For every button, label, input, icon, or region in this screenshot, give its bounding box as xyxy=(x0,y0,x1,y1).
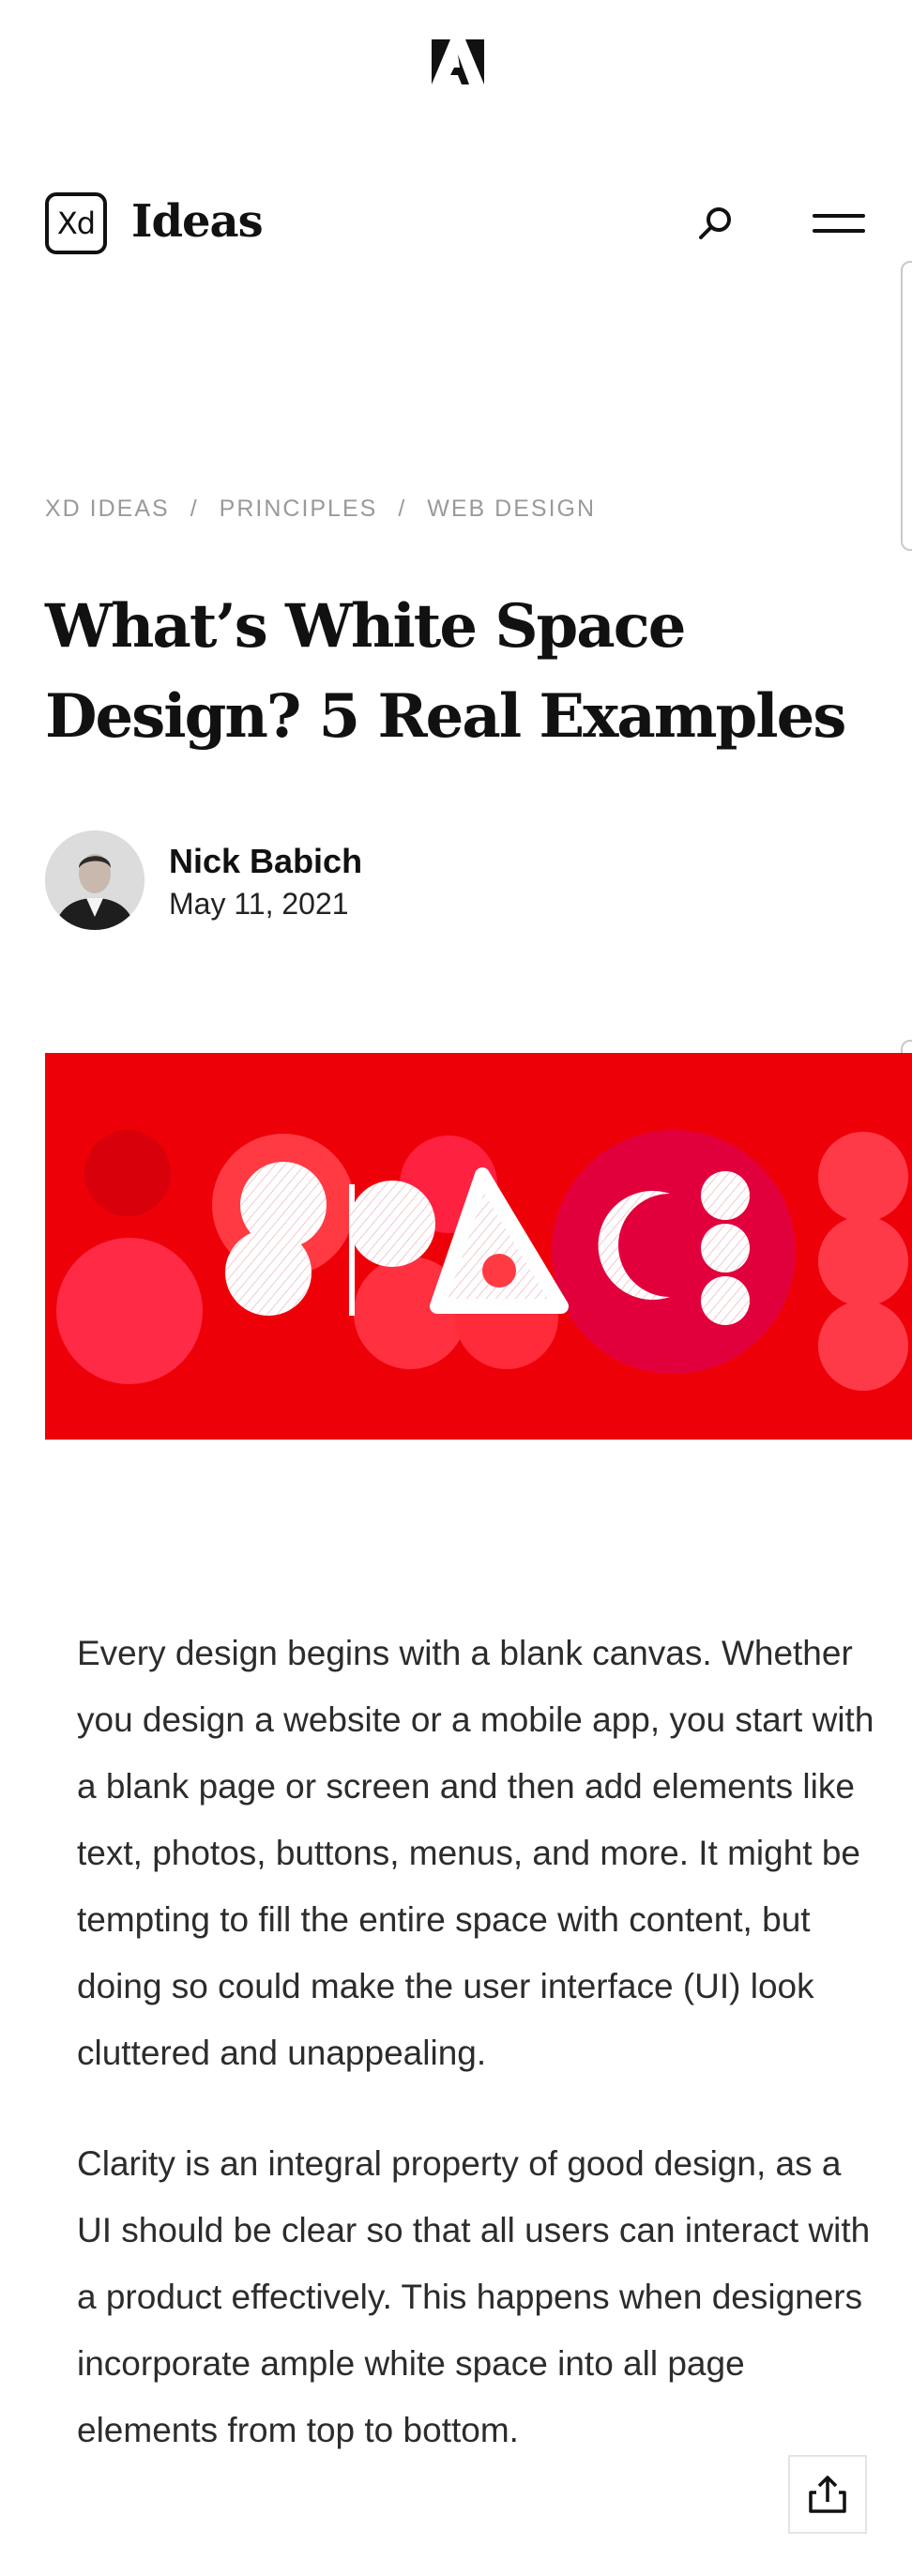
page-title: What’s White Space Design? 5 Real Exampl… xyxy=(45,591,846,752)
article-body: Every design begins with a blank canvas.… xyxy=(77,1620,874,2507)
menu-bar xyxy=(813,229,865,233)
side-panel-tab[interactable] xyxy=(901,261,912,551)
publish-date: May 11, 2021 xyxy=(169,887,349,921)
breadcrumb-item-xd-ideas[interactable]: XD IDEAS xyxy=(45,495,170,523)
breadcrumb-separator: / xyxy=(398,495,407,522)
space-illustration xyxy=(45,1053,912,1440)
search-icon xyxy=(699,207,731,239)
article-paragraph: Every design begins with a blank canvas.… xyxy=(77,1634,874,2072)
breadcrumb-separator: / xyxy=(190,495,199,522)
adobe-logo-icon[interactable] xyxy=(432,39,484,84)
xd-logo-badge[interactable]: Xd xyxy=(45,192,107,254)
hero-image xyxy=(45,1053,912,1440)
author-block: Nick Babich May 11, 2021 xyxy=(45,831,608,934)
menu-bar xyxy=(813,214,865,218)
brand-name[interactable]: Ideas xyxy=(131,191,264,252)
search-button[interactable] xyxy=(690,197,742,250)
avatar[interactable] xyxy=(45,831,144,930)
share-button[interactable] xyxy=(788,2455,867,2534)
author-name[interactable]: Nick Babich xyxy=(169,842,362,881)
article-paragraph: Clarity is an integral property of good … xyxy=(77,2144,871,2449)
breadcrumb-item-principles[interactable]: PRINCIPLES xyxy=(220,495,378,523)
breadcrumb-item-web-design[interactable]: WEB DESIGN xyxy=(427,495,596,523)
breadcrumb: XD IDEAS / PRINCIPLES / WEB DESIGN xyxy=(45,495,596,523)
hamburger-menu-button[interactable] xyxy=(805,203,873,244)
share-icon xyxy=(809,2476,846,2513)
site-header: Xd Ideas xyxy=(0,178,912,268)
